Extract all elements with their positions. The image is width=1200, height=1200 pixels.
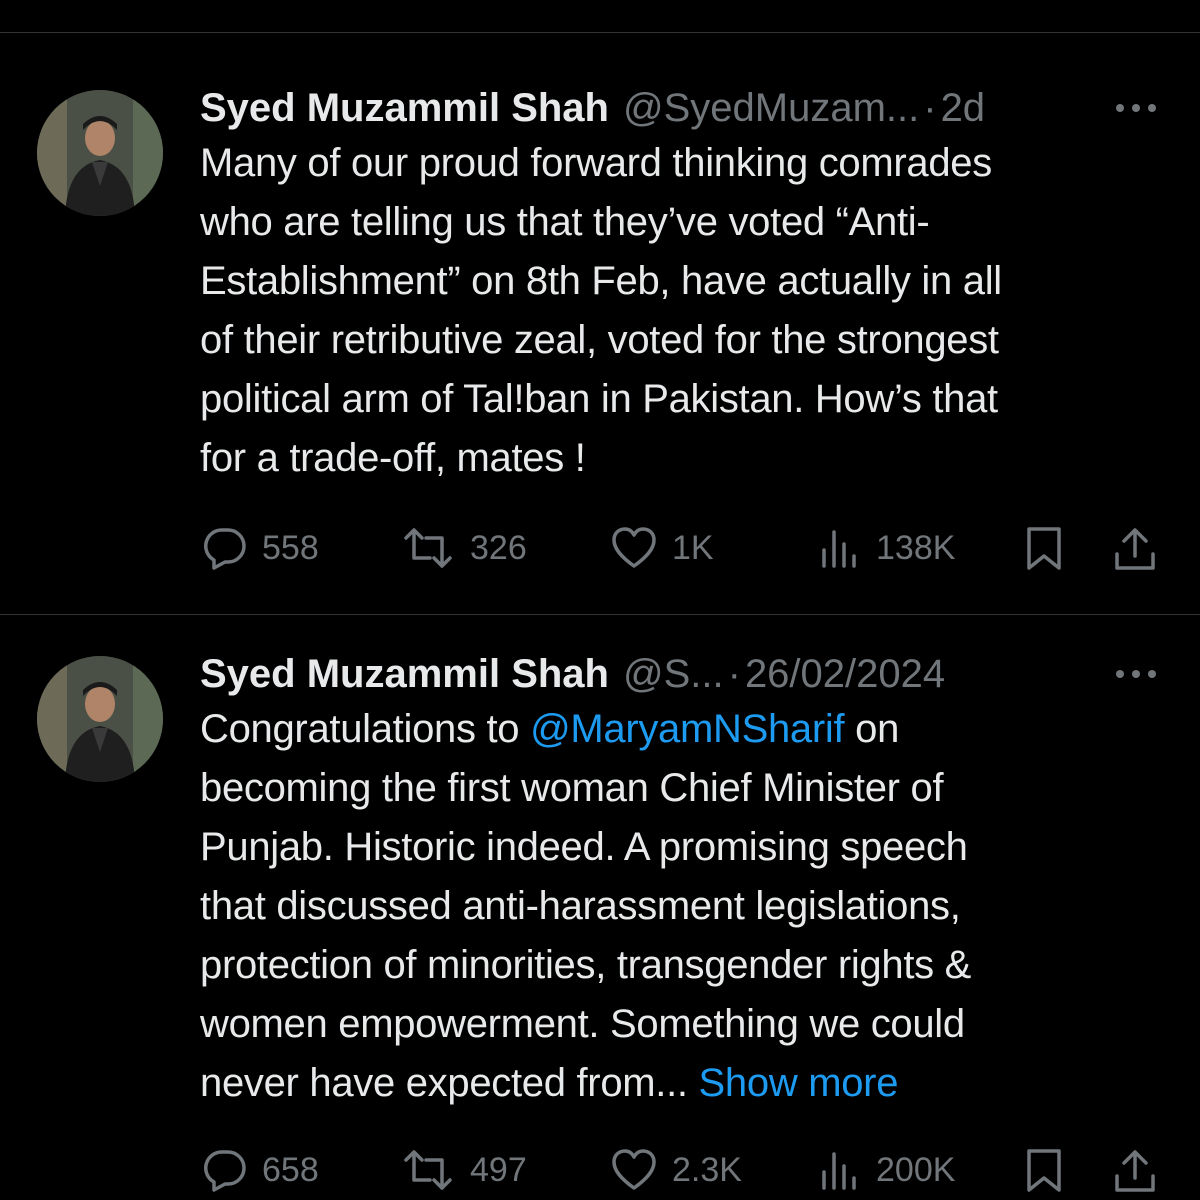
tweet-actions: 558 326 1K 138K [0,518,1200,578]
tweet-text-line: that discussed anti-harassment legislati… [200,884,961,928]
author-name[interactable]: Syed Muzammil Shah [200,644,609,704]
tweet-timestamp[interactable]: 26/02/2024 [745,644,945,704]
tweet-text-line: political arm of Tal!ban in Pakistan. Ho… [200,377,998,421]
repost-button[interactable]: 497 [400,1140,527,1200]
share-button[interactable] [1112,1148,1158,1199]
tweet-text-line: Establishment” on 8th Feb, have actually… [200,259,1002,303]
more-icon[interactable] [1113,96,1159,120]
tweet-text-line: who are telling us that they’ve voted “A… [200,200,930,244]
more-icon[interactable] [1113,662,1159,686]
reply-count: 558 [262,528,319,567]
text-segment: never have expected from... [200,1061,699,1105]
bookmark-button[interactable] [1024,526,1064,577]
tweet-text-line: protection of minorities, transgender ri… [200,943,972,987]
reply-button[interactable]: 558 [202,518,319,578]
reply-count: 658 [262,1150,319,1189]
separator-dot: · [727,652,741,696]
repost-button[interactable]: 326 [400,518,527,578]
mention-link[interactable]: @MaryamNSharif [530,707,845,751]
avatar[interactable] [37,90,163,216]
author-handle[interactable]: @SyedMuzam... [623,78,919,138]
like-count: 2.3K [672,1150,742,1189]
tweet-actions: 658 497 2.3K 200K [0,1140,1200,1200]
tweet-1[interactable]: Syed Muzammil Shah @SyedMuzam... · 2d Ma… [0,78,1200,598]
tweet-header: Syed Muzammil Shah @S... · 26/02/2024 [200,644,945,704]
views-icon [818,1148,862,1192]
bookmark-icon [1027,1149,1061,1192]
tweet-text-line: Punjab. Historic indeed. A promising spe… [200,825,968,869]
tweet-divider [0,614,1200,615]
heart-icon [610,1148,658,1192]
like-count: 1K [672,528,714,567]
tweet-header: Syed Muzammil Shah @SyedMuzam... · 2d [200,78,985,138]
tweet-text-line: Congratulations to @MaryamNSharif on [200,700,1165,759]
views-icon [818,526,862,570]
show-more-link[interactable]: Show more [699,1061,899,1105]
tweet-text-line: women empowerment. Something we could [200,1002,965,1046]
tweet-text-line: Many of our proud forward thinking comra… [200,141,992,185]
heart-icon [610,526,658,570]
reply-icon [202,526,248,570]
tweet-text-line: becoming the first woman Chief Minister … [200,766,944,810]
share-button[interactable] [1112,526,1158,577]
views-count: 138K [876,528,956,567]
share-icon [1115,528,1155,570]
reply-icon [202,1148,248,1192]
reply-button[interactable]: 658 [202,1140,319,1200]
tweet-timestamp[interactable]: 2d [941,78,986,138]
share-icon [1115,1150,1155,1192]
tweet-2[interactable]: Syed Muzammil Shah @S... · 26/02/2024 Co… [0,644,1200,1192]
top-divider [0,32,1200,33]
tweet-text: Many of our proud forward thinking comra… [200,134,1165,488]
separator-dot: · [923,86,937,130]
like-button[interactable]: 1K [610,518,714,578]
like-button[interactable]: 2.3K [610,1140,742,1200]
text-segment: Congratulations to [200,707,531,751]
text-segment: on [844,707,900,751]
avatar[interactable] [37,656,163,782]
bookmark-button[interactable] [1024,1148,1064,1199]
tweet-text-line: of their retributive zeal, voted for the… [200,318,999,362]
views-button[interactable]: 200K [818,1140,955,1200]
bookmark-icon [1027,527,1061,570]
tweet-text-line: never have expected from... Show more [200,1054,1165,1113]
repost-icon [400,1148,456,1192]
repost-icon [400,526,456,570]
views-count: 200K [876,1150,956,1189]
tweet-text-line: for a trade-off, mates ! [200,436,586,480]
repost-count: 326 [470,528,527,567]
author-handle[interactable]: @S... [623,644,724,704]
views-button[interactable]: 138K [818,518,955,578]
repost-count: 497 [470,1150,527,1189]
author-name[interactable]: Syed Muzammil Shah [200,78,609,138]
tweet-text: Congratulations to @MaryamNSharif on bec… [200,700,1165,1113]
